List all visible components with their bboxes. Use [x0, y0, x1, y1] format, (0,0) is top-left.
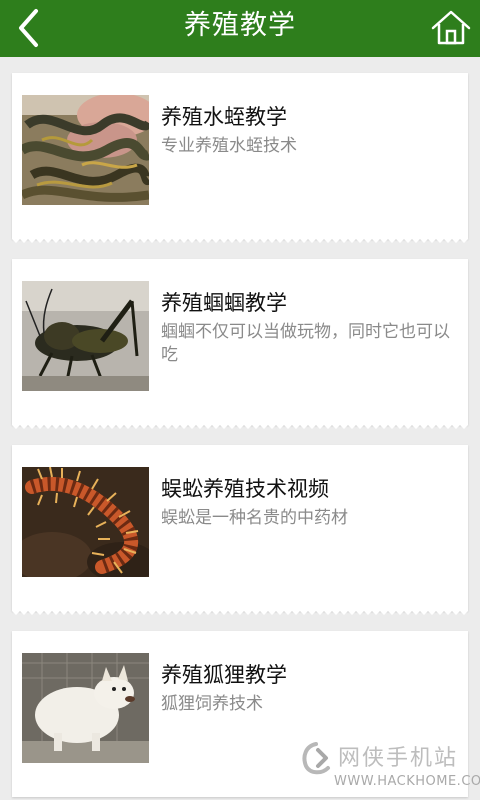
watermark-name: 网侠手机站 [338, 746, 459, 771]
item-title: 养殖水蛭教学 [161, 105, 287, 129]
list-item[interactable]: 养殖水蛭教学 专业养殖水蛭技术 [12, 73, 468, 243]
leech-photo [22, 95, 149, 205]
zigzag-edge [12, 421, 468, 429]
item-title: 蜈蚣养殖技术视频 [161, 477, 329, 501]
centipede-photo [22, 467, 149, 577]
site-watermark: 网侠手机站 WWW.HACKHOME.COM [298, 738, 480, 794]
item-description: 蝈蝈不仅可以当做玩物，同时它也可以吃 [161, 322, 450, 365]
list-item[interactable]: 蜈蚣养殖技术视频 蜈蚣是一种名贵的中药材 [12, 445, 468, 615]
list-item[interactable]: 养殖蝈蝈教学 蝈蝈不仅可以当做玩物，同时它也可以吃 [12, 259, 468, 429]
course-list: 养殖水蛭教学 专业养殖水蛭技术 养殖蝈蝈教学 蝈蝈不仅可以当做玩物，同时它也可以… [0, 57, 480, 800]
home-icon [431, 10, 471, 45]
katydid-photo [22, 281, 149, 391]
zigzag-edge [12, 607, 468, 615]
item-description: 蜈蚣是一种名贵的中药材 [161, 508, 348, 528]
page-title: 养殖教学 [184, 10, 296, 41]
zigzag-edge [12, 235, 468, 243]
item-description: 狐狸饲养技术 [161, 694, 263, 714]
fox-photo [22, 653, 149, 763]
item-title: 养殖狐狸教学 [161, 663, 287, 687]
item-title: 养殖蝈蝈教学 [161, 291, 287, 315]
app-header: 养殖教学 [0, 0, 480, 57]
home-button[interactable] [430, 7, 472, 49]
watermark-url: WWW.HACKHOME.COM [334, 774, 480, 789]
watermark-logo [302, 742, 330, 775]
item-description: 专业养殖水蛭技术 [161, 136, 297, 156]
